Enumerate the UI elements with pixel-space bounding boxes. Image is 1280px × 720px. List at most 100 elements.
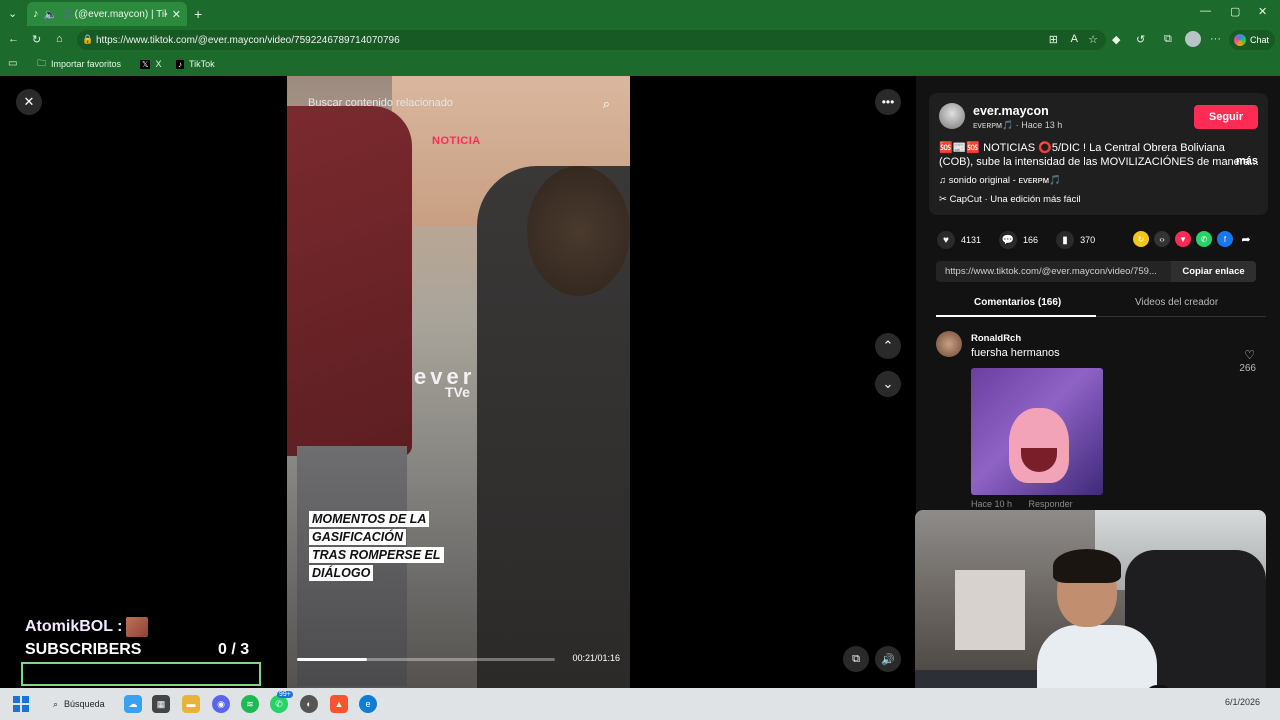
reload-icon[interactable]: ↻ <box>32 33 41 46</box>
emote-icon <box>126 617 149 637</box>
webcam-person <box>1037 549 1173 710</box>
sound-label: sonido original - ᴇᴠᴇʀᴘᴍ🎵 <box>948 175 1061 186</box>
save-button[interactable]: ▮ 370 <box>1056 231 1095 249</box>
copilot-icon <box>1234 34 1246 46</box>
brave-icon[interactable]: ▲ <box>330 695 348 713</box>
video-time: 00:21/01:16 <box>572 653 620 663</box>
webcam-overlay <box>915 510 1266 710</box>
x-logo-icon: 𝕏 <box>140 59 151 69</box>
watermark-bottom: TVe <box>445 384 470 400</box>
comment-gif[interactable] <box>971 368 1103 495</box>
close-tab-icon[interactable]: ✕ <box>172 8 181 21</box>
search-icon[interactable]: ⌕ <box>603 96 610 112</box>
close-video-button[interactable]: ✕ <box>16 89 42 115</box>
bookmark-label: X <box>155 59 162 69</box>
store-icon[interactable]: ▦ <box>152 695 170 713</box>
more-options-button[interactable]: ••• <box>875 89 901 115</box>
copy-link-button[interactable]: Copiar enlace <box>1171 261 1256 282</box>
whatsapp-icon[interactable]: ✆ <box>1196 231 1212 247</box>
commenter-username[interactable]: RonaldRch <box>971 333 1021 344</box>
embed-icon[interactable]: ‹› <box>1154 231 1170 247</box>
more-menu-icon[interactable]: ··· <box>1210 33 1221 45</box>
video-progress-bar[interactable] <box>297 658 555 661</box>
post-card: ever.maycon ᴇᴠᴇʀᴘᴍ🎵 · Hace 13 h Seguir 🆘… <box>929 93 1268 215</box>
taskbar: ⌕ Búsqueda ☁ ▦ ▬ ◉ ≋ ✆ 99+ ◐ ▲ e 6/1/2026 <box>0 688 1280 720</box>
facebook-icon[interactable]: f <box>1217 231 1233 247</box>
active-tab-indicator <box>936 315 1096 317</box>
tab-list-icon[interactable]: ⌄ <box>8 7 17 20</box>
app-icon[interactable]: ◐ <box>300 695 318 713</box>
caption-line: DIÁLOGO <box>309 565 374 581</box>
creator-avatar[interactable] <box>939 103 965 129</box>
bookmark-x[interactable]: 𝕏X <box>140 54 161 74</box>
discord-icon[interactable]: ◉ <box>212 695 230 713</box>
follow-button[interactable]: Seguir <box>1194 105 1258 129</box>
bookmark-tiktok[interactable]: ♪ TikTok <box>176 54 215 74</box>
favorite-star-icon[interactable]: ☆ <box>1088 33 1098 46</box>
lock-icon[interactable]: 🔒 <box>82 34 93 45</box>
comment-like-icon[interactable]: ♡ <box>1244 348 1255 362</box>
caption-line: TRAS ROMPERSE EL <box>309 547 444 563</box>
spotify-icon[interactable]: ≋ <box>241 695 259 713</box>
more-link[interactable]: más <box>1236 155 1258 167</box>
sidebar-toggle-icon[interactable]: ▭ <box>8 58 17 69</box>
share-arrow-icon[interactable]: ➦ <box>1238 231 1254 247</box>
tab-comments[interactable]: Comentarios (166) <box>974 297 1061 308</box>
overlay-subs-label: SUBSCRIBERS <box>25 641 142 658</box>
sound-link[interactable]: ♫ sonido original - ᴇᴠᴇʀᴘᴍ🎵 <box>939 175 1061 186</box>
capcut-link[interactable]: ✂ CapCut · Una edición más fácil <box>939 194 1081 205</box>
taskbar-search[interactable]: ⌕ Búsqueda <box>45 693 115 715</box>
send-icon[interactable]: ▼ <box>1175 231 1191 247</box>
stream-overlay-name: AtomikBOL : <box>25 617 149 637</box>
related-search-input[interactable]: Buscar contenido relacionado <box>308 97 453 109</box>
address-bar-row: ← ↻ ⌂ 🔒 https://www.tiktok.com/@ever.may… <box>0 28 1280 52</box>
sync-icon[interactable]: ↺ <box>1136 33 1145 46</box>
next-video-button[interactable]: ⌄ <box>875 371 901 397</box>
new-tab-icon[interactable]: + <box>194 6 202 22</box>
translate-icon[interactable]: A <box>1071 33 1078 45</box>
capcut-label: CapCut · Una edición más fácil <box>949 194 1081 205</box>
file-explorer-icon[interactable]: ▬ <box>182 695 200 713</box>
link-text[interactable]: https://www.tiktok.com/@ever.maycon/vide… <box>945 266 1157 277</box>
pip-button[interactable]: ⧉ <box>843 646 869 672</box>
heart-icon: ♥ <box>937 231 955 249</box>
like-count: 4131 <box>961 235 982 245</box>
app-available-icon[interactable]: ⊞ <box>1049 33 1058 46</box>
tab-creator-videos[interactable]: Videos del creador <box>1135 297 1218 308</box>
windows-start-icon[interactable] <box>13 696 29 712</box>
previous-video-button[interactable]: ⌃ <box>875 333 901 359</box>
chat-button[interactable]: Chat <box>1229 30 1275 50</box>
minimize-icon[interactable]: — <box>1200 5 1211 17</box>
close-window-icon[interactable]: ✕ <box>1258 5 1267 18</box>
speaker-icon[interactable]: 🔈 <box>44 8 58 21</box>
reply-button[interactable]: Responder <box>1029 499 1073 509</box>
comment-button[interactable]: 💬 166 <box>999 231 1038 249</box>
browser-tab[interactable]: ♪ 🔈 🎵(@ever.maycon) | TikTok ✕ <box>27 2 187 26</box>
notification-badge: 99+ <box>277 691 293 698</box>
video-scene-person-red <box>287 106 412 456</box>
like-button[interactable]: ♥ 4131 <box>937 231 981 249</box>
webcam-hair <box>1053 549 1121 583</box>
overlay-subs-bar <box>21 662 261 686</box>
url-field[interactable]: 🔒 https://www.tiktok.com/@ever.maycon/vi… <box>77 30 1106 50</box>
widgets-icon[interactable]: ☁ <box>124 695 142 713</box>
webcam-shelf <box>955 570 1025 650</box>
repost-icon[interactable]: ↻ <box>1133 231 1149 247</box>
video-player[interactable]: Buscar contenido relacionado ⌕ NOTICIA e… <box>287 76 630 688</box>
extension-icon[interactable]: ◆ <box>1112 33 1120 46</box>
home-icon[interactable]: ⌂ <box>56 33 63 45</box>
noticia-text: NOTICIA <box>432 135 481 147</box>
volume-button[interactable]: 🔊 <box>875 646 901 672</box>
caption-line: GASIFICACIÓN <box>309 529 406 545</box>
back-icon[interactable]: ← <box>8 33 19 45</box>
edge-icon[interactable]: e <box>359 695 377 713</box>
video-scene-hair <box>527 166 630 296</box>
creator-username[interactable]: ever.maycon <box>973 104 1049 118</box>
commenter-avatar[interactable] <box>936 331 962 357</box>
creator-subline: ᴇᴠᴇʀᴘᴍ🎵 · Hace 13 h <box>973 120 1063 130</box>
maximize-icon[interactable]: ▢ <box>1230 5 1240 18</box>
bookmark-import[interactable]: 🗀 Importar favoritos <box>37 54 121 74</box>
profile-avatar[interactable] <box>1185 31 1201 47</box>
bookmark-label: TikTok <box>189 59 215 69</box>
extensions-puzzle-icon[interactable]: ⧉ <box>1164 33 1172 46</box>
